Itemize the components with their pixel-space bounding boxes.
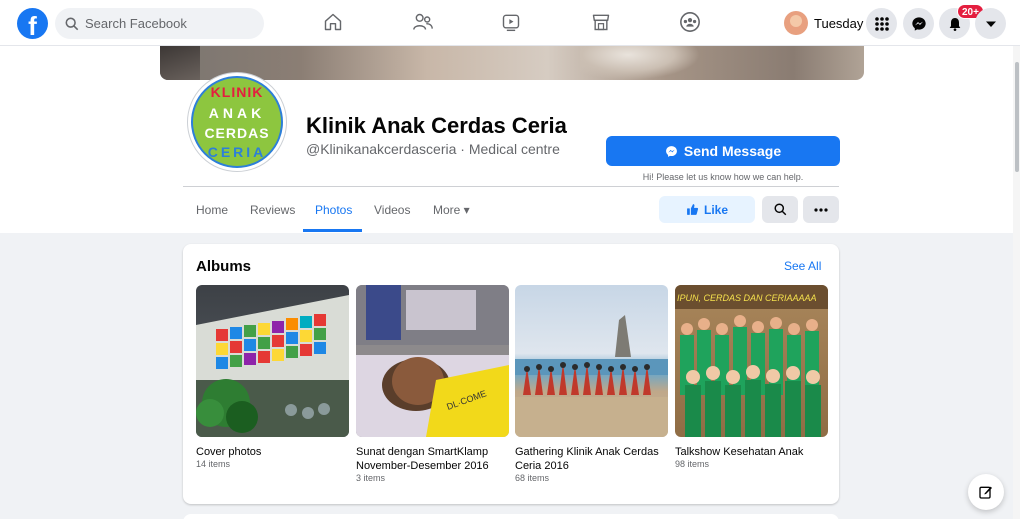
album-count: 3 items	[356, 473, 386, 483]
album-name[interactable]: Talkshow Kesehatan Anak	[675, 445, 828, 459]
albums-title: Albums	[196, 258, 252, 275]
ellipsis-icon	[814, 207, 828, 212]
top-navigation-bar: f Tuesday 20+	[0, 0, 1020, 46]
menu-button[interactable]	[866, 8, 897, 39]
album-count: 98 items	[675, 459, 710, 469]
profile-name: Tuesday	[814, 15, 864, 31]
like-button[interactable]: Like	[659, 196, 755, 223]
logo-line-2: ANAK	[208, 105, 266, 121]
header-divider	[183, 186, 839, 187]
compose-icon	[979, 486, 992, 499]
marketplace-icon[interactable]	[588, 9, 614, 35]
tab-videos[interactable]: Videos	[374, 203, 410, 217]
next-section-card	[183, 514, 839, 519]
album-count: 68 items	[515, 473, 550, 483]
search-icon	[773, 203, 786, 216]
groups-icon[interactable]	[677, 9, 703, 35]
banner-text: IPUN, CERDAS DAN CERIAAAAA	[677, 293, 817, 303]
clinic-logo: KLINIK ANAK CERDAS CERIA	[191, 76, 283, 168]
tab-photos[interactable]: Photos	[315, 203, 352, 217]
home-icon[interactable]	[320, 9, 346, 35]
grid-menu-icon	[874, 16, 889, 31]
album-thumbnail[interactable]: IPUN, CERDAS DAN CERIAAAAA	[675, 285, 828, 437]
watch-icon[interactable]	[498, 9, 524, 35]
messenger-button[interactable]	[903, 8, 934, 39]
album-item[interactable]: IPUN, CERDAS DAN CERIAAAAA Talkshow Kese…	[675, 285, 828, 470]
logo-line-1: KLINIK	[210, 84, 264, 100]
logo-line-4: CERIA	[207, 144, 267, 160]
album-name[interactable]: Sunat dengan SmartKlamp November-Desembe…	[356, 445, 509, 473]
search-page-button[interactable]	[762, 196, 798, 223]
search-box[interactable]	[55, 8, 264, 39]
album-count: 14 items	[196, 459, 231, 469]
tab-more[interactable]: More ▾	[433, 203, 470, 217]
tab-reviews[interactable]: Reviews	[250, 203, 295, 217]
like-label: Like	[703, 202, 728, 217]
thumbs-up-icon	[687, 204, 699, 215]
album-item[interactable]: Cover photos 14 items	[196, 285, 349, 470]
send-message-label: Send Message	[683, 143, 782, 159]
album-thumbnail[interactable]	[515, 285, 668, 437]
album-item[interactable]: Gathering Klinik Anak Cerdas Ceria 2016 …	[515, 285, 668, 484]
friends-icon[interactable]	[410, 9, 436, 35]
album-name[interactable]: Gathering Klinik Anak Cerdas Ceria 2016	[515, 445, 668, 473]
page-handle: @Klinikanakcerdasceria · Medical centre	[306, 141, 560, 157]
avatar	[784, 11, 808, 35]
page-title: Klinik Anak Cerdas Ceria	[306, 113, 567, 138]
album-thumbnail[interactable]	[196, 285, 349, 437]
search-icon	[65, 17, 79, 30]
page-profile-picture[interactable]: KLINIK ANAK CERDAS CERIA	[187, 72, 287, 172]
scrollbar-thumb[interactable]	[1015, 62, 1019, 172]
send-message-button[interactable]: Send Message	[606, 136, 840, 166]
profile-shortcut[interactable]: Tuesday	[780, 9, 869, 37]
cover-photo[interactable]	[160, 44, 864, 80]
messenger-icon	[665, 145, 677, 157]
album-thumbnail[interactable]: DL·COME	[356, 285, 509, 437]
search-input[interactable]	[85, 16, 245, 31]
logo-line-3: CERDAS	[204, 125, 270, 141]
see-all-link[interactable]: See All	[784, 259, 821, 273]
facebook-logo-icon[interactable]: f	[17, 8, 48, 39]
tab-home[interactable]: Home	[196, 203, 228, 217]
send-message-hint: Hi! Please let us know how we can help.	[642, 172, 804, 182]
more-options-button[interactable]	[803, 196, 839, 223]
new-message-button[interactable]	[968, 474, 1004, 510]
album-name[interactable]: Cover photos	[196, 445, 349, 459]
album-item[interactable]: DL·COME Sunat dengan SmartKlamp November…	[356, 285, 509, 484]
messenger-icon	[911, 16, 926, 31]
active-tab-indicator	[303, 229, 362, 232]
caret-down-icon	[985, 21, 996, 27]
account-button[interactable]	[975, 8, 1006, 39]
